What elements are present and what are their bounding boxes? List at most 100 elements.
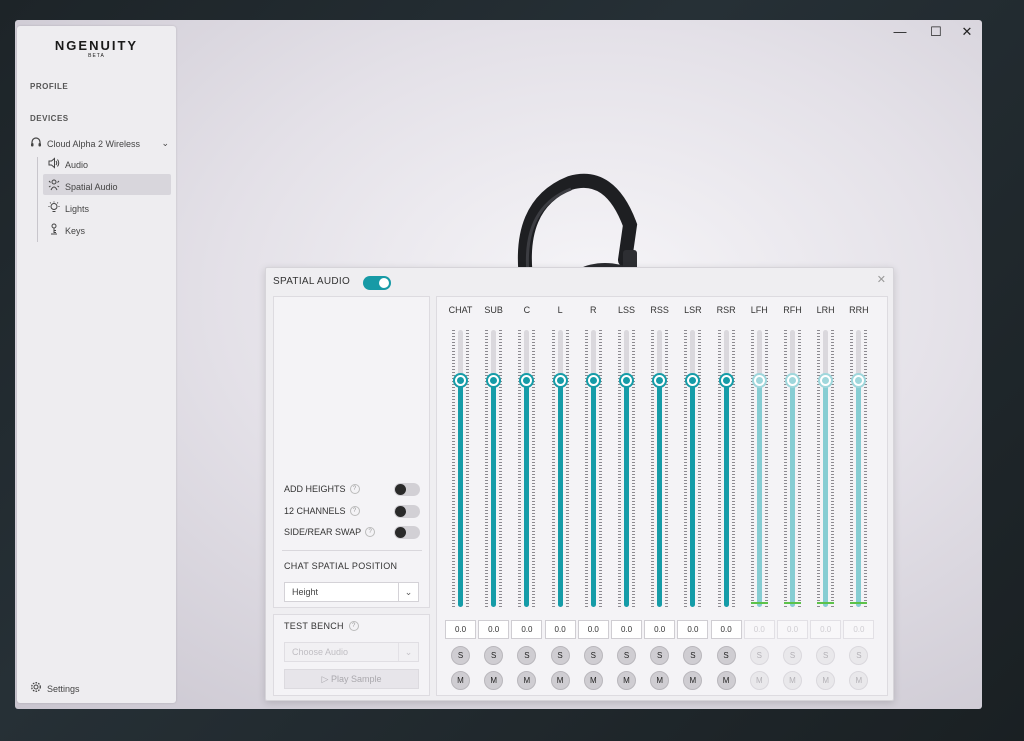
channel-label: LSR: [684, 305, 702, 315]
scale-ticks: [864, 330, 868, 607]
mute-button[interactable]: M: [550, 671, 570, 690]
scale-ticks: [466, 330, 469, 607]
spatial-audio-panel: SPATIAL AUDIO ✕ ADD HEIGHTS ? 12 CHANNEL…: [265, 267, 894, 701]
mute-button[interactable]: M: [816, 671, 836, 690]
minimize-button[interactable]: —: [892, 24, 908, 40]
close-button[interactable]: ✕: [959, 24, 975, 40]
chevron-down-icon[interactable]: ⌄: [398, 583, 418, 601]
12-channels-toggle[interactable]: [394, 504, 420, 518]
option-label: SIDE/REAR SWAP: [284, 527, 362, 537]
channel-value-input[interactable]: 0.0: [710, 620, 742, 639]
solo-button[interactable]: S: [517, 646, 537, 665]
solo-button[interactable]: S: [749, 646, 769, 665]
channel-value-input[interactable]: 0.0: [511, 620, 543, 639]
channel-value-input[interactable]: 0.0: [743, 620, 775, 639]
chevron-down-icon[interactable]: ⌄: [161, 138, 169, 149]
spatial-audio-toggle[interactable]: [363, 276, 391, 290]
mute-button[interactable]: M: [583, 671, 603, 690]
channel-value-input[interactable]: 0.0: [644, 620, 676, 639]
channel-label: SUB: [484, 305, 503, 315]
chat-position-select[interactable]: Height ⌄: [284, 582, 419, 602]
mute-button[interactable]: M: [783, 671, 802, 690]
channel-value-input[interactable]: 0.0: [843, 620, 875, 639]
sidebar-item-audio[interactable]: Audio: [47, 157, 88, 172]
help-icon[interactable]: ?: [348, 621, 359, 631]
help-icon[interactable]: ?: [349, 506, 360, 516]
scale-ticks: [831, 330, 835, 607]
mute-button[interactable]: M: [451, 671, 470, 690]
solo-button[interactable]: S: [484, 646, 504, 665]
slider-handle[interactable]: [453, 372, 468, 388]
channel-value-input[interactable]: 0.0: [478, 620, 510, 639]
sidebar-item-spatial-audio[interactable]: Spatial Audio: [47, 179, 118, 194]
mute-button[interactable]: M: [617, 671, 636, 690]
slider-handle[interactable]: [818, 372, 834, 388]
mute-button[interactable]: M: [749, 671, 769, 690]
channel-value-input[interactable]: 0.0: [677, 620, 709, 639]
sidebar-item-lights[interactable]: Lights: [47, 201, 89, 216]
mute-button[interactable]: M: [683, 671, 703, 690]
slider-handle[interactable]: [785, 372, 800, 388]
device-item[interactable]: Cloud Alpha 2 Wireless ⌄: [29, 136, 169, 151]
slider-fill: [657, 379, 663, 607]
solo-button[interactable]: S: [550, 646, 570, 665]
help-icon[interactable]: ?: [349, 484, 360, 494]
channel-chat: CHAT 0.0 S M: [444, 297, 477, 697]
channel-value-input[interactable]: 0.0: [611, 620, 642, 639]
level-indicator: [817, 602, 835, 604]
solo-button[interactable]: S: [617, 646, 636, 665]
channel-label: RRH: [849, 305, 869, 315]
maximize-button[interactable]: ☐: [928, 24, 944, 40]
side-rear-swap-toggle[interactable]: [394, 525, 420, 539]
solo-button[interactable]: S: [583, 646, 603, 665]
channel-value-input[interactable]: 0.0: [810, 620, 842, 639]
mute-button[interactable]: M: [484, 671, 504, 690]
choose-audio-select[interactable]: Choose Audio ⌄: [284, 642, 419, 662]
slider-handle[interactable]: [486, 372, 502, 388]
chat-position-label: CHAT SPATIAL POSITION: [284, 561, 398, 571]
app-logo-sub: BETA: [88, 53, 105, 59]
close-icon[interactable]: ✕: [877, 273, 886, 286]
channel-value-input[interactable]: 0.0: [445, 620, 476, 639]
play-sample-button[interactable]: ▷ Play Sample: [284, 669, 419, 689]
channel-value-input[interactable]: 0.0: [544, 620, 576, 639]
devices-header: DEVICES: [30, 114, 69, 123]
sidebar-item-keys[interactable]: Keys: [47, 223, 85, 238]
solo-button[interactable]: S: [650, 646, 670, 665]
scale-ticks: [618, 330, 621, 607]
channel-lfh: LFH 0.0 S M: [743, 297, 776, 697]
solo-button[interactable]: S: [683, 646, 703, 665]
mute-button[interactable]: M: [650, 671, 670, 690]
mute-button[interactable]: M: [517, 671, 537, 690]
gear-icon: [29, 681, 43, 696]
channel-rss: RSS 0.0 S M: [643, 297, 676, 697]
solo-button[interactable]: S: [849, 646, 869, 665]
mute-button[interactable]: M: [716, 671, 736, 690]
add-heights-toggle[interactable]: [394, 482, 420, 496]
channel-value-input[interactable]: 0.0: [777, 620, 808, 639]
slider-handle[interactable]: [751, 372, 767, 388]
slider-handle[interactable]: [652, 372, 668, 388]
slider-handle[interactable]: [718, 372, 734, 388]
channel-value-input[interactable]: 0.0: [577, 620, 609, 639]
scale-ticks: [551, 330, 555, 607]
chevron-down-icon[interactable]: ⌄: [398, 643, 418, 661]
mute-button[interactable]: M: [849, 671, 869, 690]
scale-ticks: [784, 330, 787, 607]
slider-handle[interactable]: [552, 372, 568, 388]
bulb-icon: [47, 201, 61, 216]
help-icon[interactable]: ?: [365, 527, 376, 537]
divider: [282, 550, 422, 551]
scale-ticks: [764, 330, 768, 607]
solo-button[interactable]: S: [451, 646, 470, 665]
solo-button[interactable]: S: [716, 646, 736, 665]
solo-button[interactable]: S: [783, 646, 802, 665]
slider-fill: [823, 379, 829, 607]
scale-ticks: [698, 330, 702, 607]
solo-button[interactable]: S: [816, 646, 836, 665]
slider-fill: [690, 379, 696, 607]
slider-handle[interactable]: [585, 372, 601, 388]
profile-header[interactable]: PROFILE: [30, 82, 68, 91]
slider-handle[interactable]: [619, 372, 634, 388]
settings-item[interactable]: Settings: [29, 681, 80, 696]
